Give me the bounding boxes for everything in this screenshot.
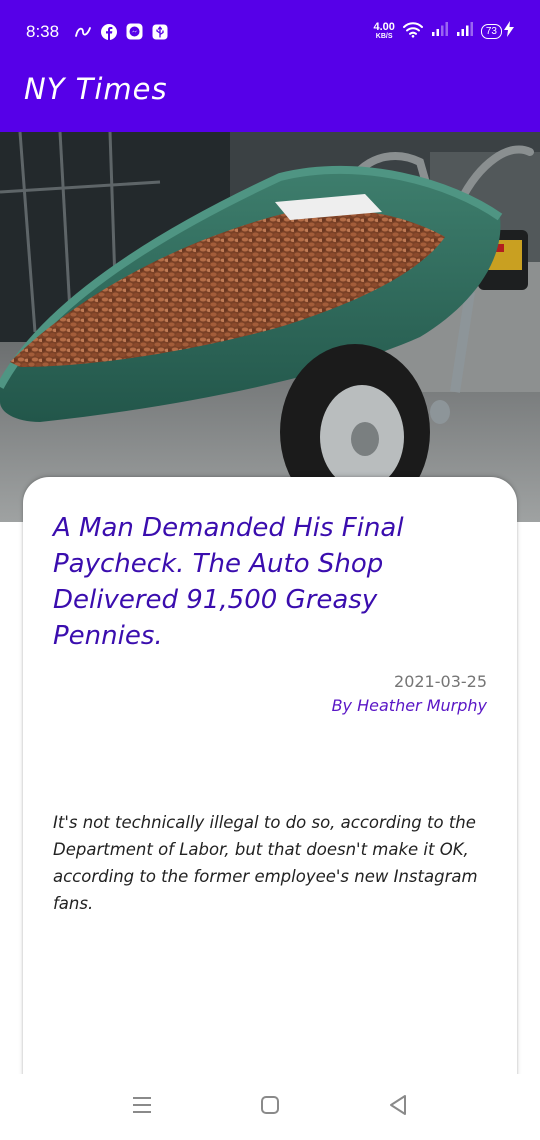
- facebook-icon: [101, 23, 117, 44]
- article-headline[interactable]: A Man Demanded His Final Paycheck. The A…: [53, 510, 493, 654]
- status-notification-icons: [74, 23, 168, 44]
- article-card[interactable]: A Man Demanded His Final Paycheck. The A…: [23, 477, 517, 1097]
- back-button[interactable]: [383, 1094, 413, 1120]
- usb-icon: [152, 24, 168, 44]
- navigation-bar: [0, 1074, 540, 1140]
- signal-icon: [431, 21, 449, 41]
- battery-icon: 73: [480, 21, 514, 41]
- app-bar: NY Times: [0, 48, 540, 132]
- app-notification-icon: [74, 24, 92, 43]
- back-icon: [388, 1094, 408, 1120]
- article-image: [0, 132, 540, 522]
- recent-apps-button[interactable]: [127, 1094, 157, 1120]
- home-icon: [260, 1095, 280, 1119]
- network-speed: 4.00 KB/S: [373, 21, 395, 41]
- signal-icon: [456, 21, 474, 41]
- network-speed-value: 4.00: [373, 21, 395, 33]
- charging-icon: [504, 21, 514, 41]
- article-date: 2021-03-25: [394, 672, 487, 691]
- home-button[interactable]: [255, 1094, 285, 1120]
- article-byline: By Heather Murphy: [331, 696, 487, 715]
- network-speed-unit: KB/S: [375, 33, 393, 40]
- article-summary: It's not technically illegal to do so, a…: [53, 813, 478, 913]
- app-title: NY Times: [24, 72, 168, 106]
- wifi-icon: [402, 20, 424, 42]
- status-system-icons: 4.00 KB/S 73: [373, 20, 514, 42]
- recent-apps-icon: [132, 1096, 152, 1118]
- messenger-icon: [126, 23, 143, 44]
- battery-level: 73: [480, 23, 502, 39]
- status-bar: 8:38 4.00 KB/S 73: [0, 0, 540, 48]
- status-time: 8:38: [26, 22, 60, 41]
